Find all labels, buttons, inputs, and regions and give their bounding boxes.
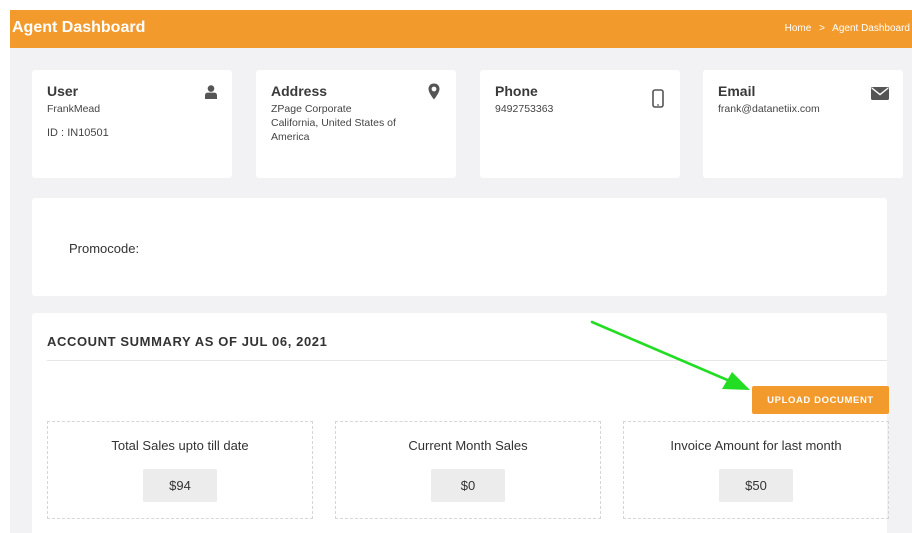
- email-address: frank@datanetiix.com: [718, 103, 820, 115]
- promocode-label: Promocode:: [69, 241, 140, 256]
- summary-divider: [47, 360, 887, 361]
- current-month-sales-box: Current Month Sales $0: [335, 421, 601, 519]
- total-sales-value: $94: [143, 469, 217, 502]
- address-card-title: Address: [271, 83, 328, 99]
- phone-card-title: Phone: [495, 83, 538, 99]
- invoice-amount-value: $50: [719, 469, 793, 502]
- top-bar: Agent Dashboard Home > Agent Dashboard: [10, 10, 912, 48]
- breadcrumb: Home > Agent Dashboard: [785, 23, 910, 34]
- address-line-1: ZPage Corporate: [271, 103, 352, 115]
- breadcrumb-separator: >: [819, 23, 825, 34]
- address-line-2: California, United States of: [271, 117, 396, 129]
- user-card-title: User: [47, 83, 79, 99]
- current-month-sales-value: $0: [431, 469, 505, 502]
- user-name: FrankMead: [47, 103, 101, 115]
- page-title: Agent Dashboard: [12, 19, 146, 36]
- user-id-value: IN10501: [67, 127, 109, 139]
- invoice-amount-box: Invoice Amount for last month $50: [623, 421, 889, 519]
- map-marker-icon: [428, 83, 440, 105]
- total-sales-box: Total Sales upto till date $94: [47, 421, 313, 519]
- email-card-title: Email: [718, 83, 756, 99]
- current-month-sales-label: Current Month Sales: [408, 438, 528, 453]
- promocode-panel: Promocode:: [32, 198, 887, 296]
- account-summary-title: ACCOUNT SUMMARY AS OF JUL 06, 2021: [47, 334, 328, 349]
- total-sales-label: Total Sales upto till date: [111, 438, 249, 453]
- user-id: ID : IN10501: [47, 126, 109, 140]
- email-card: Email frank@datanetiix.com: [703, 70, 903, 178]
- invoice-amount-label: Invoice Amount for last month: [670, 438, 842, 453]
- annotation-arrow: [590, 320, 750, 390]
- user-icon: [205, 85, 217, 104]
- phone-number: 9492753363: [495, 103, 554, 115]
- phone-card: Phone 9492753363: [480, 70, 680, 178]
- address-line-3: America: [271, 131, 310, 143]
- address-card: Address ZPage Corporate California, Unit…: [256, 70, 456, 178]
- user-card: User FrankMead ID : IN10501: [32, 70, 232, 178]
- dashboard-app: Agent Dashboard Home > Agent Dashboard U…: [10, 10, 912, 533]
- upload-document-button[interactable]: UPLOAD DOCUMENT: [752, 386, 889, 414]
- user-id-label: ID :: [47, 127, 65, 139]
- breadcrumb-home-link[interactable]: Home: [785, 23, 812, 34]
- breadcrumb-current: Agent Dashboard: [832, 23, 910, 34]
- mobile-phone-icon: [652, 89, 664, 113]
- envelope-icon: [871, 87, 889, 105]
